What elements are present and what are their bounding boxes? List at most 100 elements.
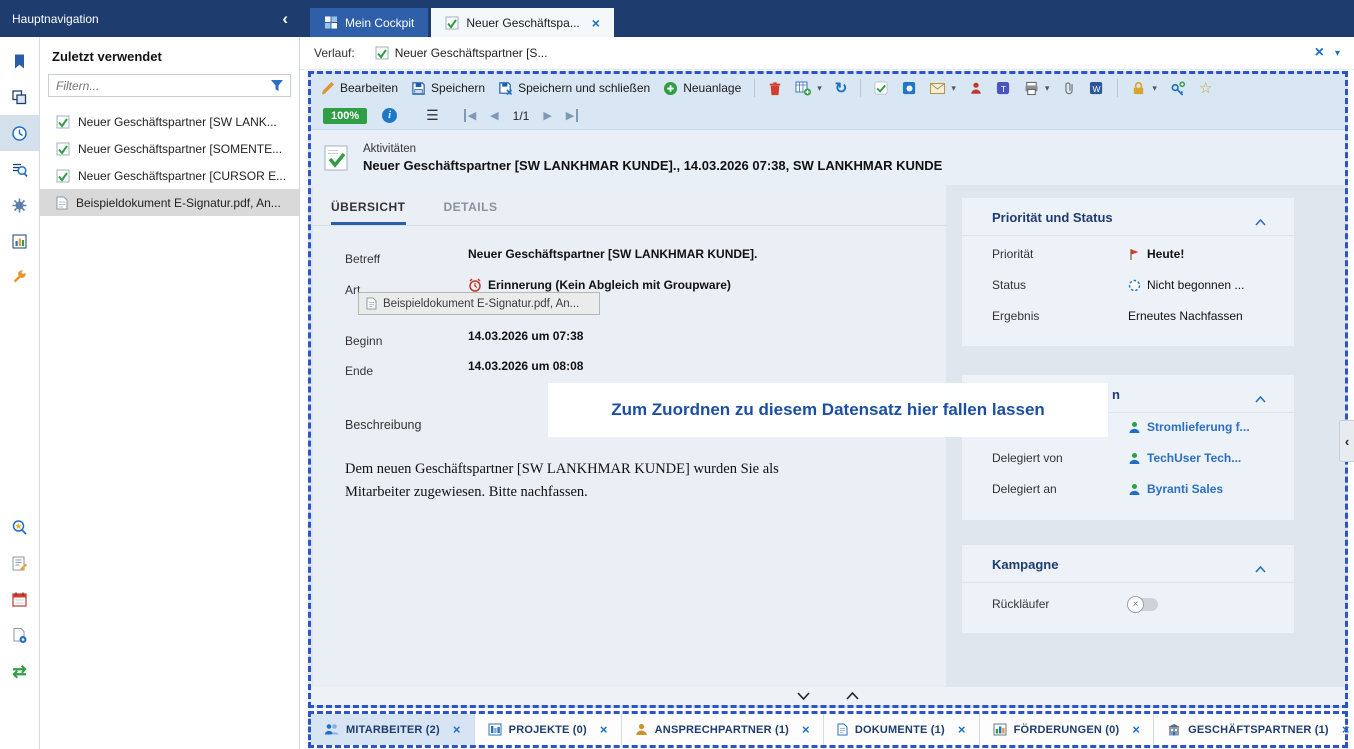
teams-button[interactable]: T <box>996 81 1011 96</box>
row-label: Priorität <box>992 247 1128 261</box>
toolbar-separator <box>1117 79 1118 97</box>
zoom-level-badge[interactable]: 100% <box>323 108 367 124</box>
sync-arrows-icon[interactable]: ⇄ <box>0 653 39 689</box>
menu-icon[interactable]: ☰ <box>426 107 439 124</box>
record-link[interactable]: Stromlieferung f... <box>1128 420 1250 434</box>
right-panel-collapse-handle[interactable]: ‹ <box>1339 420 1354 462</box>
last-record-icon[interactable]: ▶ <box>566 109 578 122</box>
chevron-up-icon[interactable] <box>846 687 859 705</box>
image-button[interactable] <box>902 81 917 96</box>
panel-title: Priorität und Status <box>992 210 1113 225</box>
list-item[interactable]: Neuer Geschäftspartner [SW LANK... <box>40 108 299 135</box>
tab-label: GESCHÄFTSPARTNER (1) <box>1188 724 1329 736</box>
rücklaufer-toggle-off[interactable]: × <box>1128 598 1158 611</box>
list-item[interactable]: Neuer Geschäftspartner [CURSOR E... <box>40 162 299 189</box>
close-icon[interactable]: × <box>802 722 810 737</box>
tab-foerderungen[interactable]: FÖRDERUNGEN (0) × <box>980 714 1154 745</box>
chevron-down-icon[interactable] <box>797 687 810 705</box>
activity-check-icon <box>56 142 70 156</box>
notes-pencil-icon[interactable] <box>0 545 39 581</box>
email-button[interactable]: ▾ <box>930 83 956 94</box>
tab-uebersicht[interactable]: ÜBERSICHT <box>331 200 406 225</box>
bookmark-icon[interactable] <box>0 43 39 79</box>
close-icon[interactable]: × <box>453 722 461 737</box>
tab-details[interactable]: DETAILS <box>444 200 498 225</box>
sidebar-panel-title: Zuletzt verwendet <box>40 37 299 74</box>
calendar-glyph <box>11 591 28 608</box>
collapse-sidebar-icon[interactable]: ‹ <box>282 10 288 27</box>
field-value-ende: 14.03.2026 um 08:08 <box>468 359 583 373</box>
list-item[interactable]: Neuer Geschäftspartner [SOMENTE... <box>40 135 299 162</box>
attachment-button[interactable] <box>1062 81 1076 96</box>
previous-record-icon[interactable]: ◀ <box>490 109 498 122</box>
close-icon[interactable]: × <box>958 722 966 737</box>
close-icon[interactable]: × <box>1132 722 1140 737</box>
search-star-glyph <box>11 519 28 536</box>
chevron-down-icon[interactable]: ▾ <box>1335 48 1340 59</box>
record-link[interactable]: Byranti Sales <box>1128 482 1223 496</box>
tab-ansprechpartner[interactable]: ANSPRECHPARTNER (1) × <box>622 714 824 745</box>
filter-input[interactable] <box>49 79 264 93</box>
contact-button[interactable] <box>969 81 983 95</box>
first-record-icon[interactable]: ◀ <box>464 109 476 122</box>
calendar-icon[interactable] <box>0 581 39 617</box>
collapse-icon[interactable] <box>1255 213 1266 231</box>
tab-projekte[interactable]: PROJEKTE (0) × <box>475 714 622 745</box>
betreff-text: Neuer Geschäftspartner [SW LANKHMAR KUND… <box>468 247 757 261</box>
approve-button[interactable] <box>874 81 889 96</box>
favorite-button[interactable]: ☆ <box>1199 79 1212 97</box>
tab-geschaeftspartner[interactable]: GESCHÄFTSPARTNER (1) × <box>1154 714 1354 745</box>
list-item-selected[interactable]: Beispieldokument E-Signatur.pdf, An... <box>40 189 299 216</box>
panel-row: Rückläufer × <box>992 597 1272 611</box>
search-list-icon[interactable] <box>0 151 39 187</box>
tab-mein-cockpit[interactable]: Mein Cockpit <box>310 8 428 37</box>
close-icon[interactable]: × <box>1315 45 1324 61</box>
record-link[interactable]: TechUser Tech... <box>1128 451 1241 465</box>
beginn-text: 14.03.2026 um 07:38 <box>468 329 583 343</box>
collapse-icon[interactable] <box>1255 560 1266 578</box>
document-settings-icon[interactable] <box>0 617 39 653</box>
save-close-button[interactable]: Speichern und schließen <box>498 81 650 96</box>
collapse-icon[interactable] <box>1255 390 1266 408</box>
bookmark-glyph <box>11 53 28 70</box>
windows-glyph <box>11 89 28 106</box>
status-value: Nicht begonnen ... <box>1147 278 1244 292</box>
refresh-button[interactable]: ↻ <box>835 79 848 97</box>
next-record-icon[interactable]: ▶ <box>543 109 551 122</box>
close-icon[interactable]: × <box>592 15 600 31</box>
reports-icon[interactable] <box>0 223 39 259</box>
tab-neuer-geschaeftspartner[interactable]: Neuer Geschäftspa... × <box>431 8 614 37</box>
history-entry[interactable]: Neuer Geschäftspartner [S... <box>375 46 548 60</box>
permissions-button[interactable]: ▾ <box>1131 81 1157 96</box>
table-add-button[interactable]: ▾ <box>795 80 822 96</box>
info-icon[interactable]: i <box>382 108 397 123</box>
search-star-icon[interactable] <box>0 509 39 545</box>
word-button[interactable]: W <box>1089 81 1104 96</box>
filter-funnel-icon[interactable] <box>264 79 290 92</box>
windows-icon[interactable] <box>0 79 39 115</box>
close-icon[interactable]: × <box>600 722 608 737</box>
drag-ghost: Beispieldokument E-Signatur.pdf, An... <box>358 292 600 315</box>
save-button[interactable]: Speichern <box>411 81 485 96</box>
key-add-button[interactable] <box>1170 81 1186 96</box>
tools-wrench-icon[interactable] <box>0 259 39 295</box>
document-icon <box>56 196 68 210</box>
alarm-clock-icon <box>468 278 482 292</box>
icon-rail: ⇄ <box>0 37 40 749</box>
close-icon[interactable]: × <box>1342 722 1350 737</box>
document-icon <box>366 297 377 310</box>
teams-icon: T <box>996 81 1011 96</box>
star-icon: ☆ <box>1199 79 1212 97</box>
recent-clock-icon[interactable] <box>0 115 39 151</box>
history-label: Verlauf: <box>314 46 355 60</box>
new-record-button[interactable]: Neuanlage <box>663 81 741 96</box>
row-value: Heute! <box>1128 247 1184 261</box>
panel-title: Kampagne <box>992 557 1058 572</box>
tab-label: DOKUMENTE (1) <box>855 724 945 736</box>
tab-dokumente[interactable]: DOKUMENTE (1) × <box>824 714 980 745</box>
modules-gear-icon[interactable] <box>0 187 39 223</box>
print-button[interactable]: ▾ <box>1024 81 1050 96</box>
delete-button[interactable] <box>768 81 782 96</box>
tab-mitarbeiter[interactable]: MITARBEITER (2) × <box>311 714 475 745</box>
edit-button[interactable]: Bearbeiten <box>321 81 398 95</box>
